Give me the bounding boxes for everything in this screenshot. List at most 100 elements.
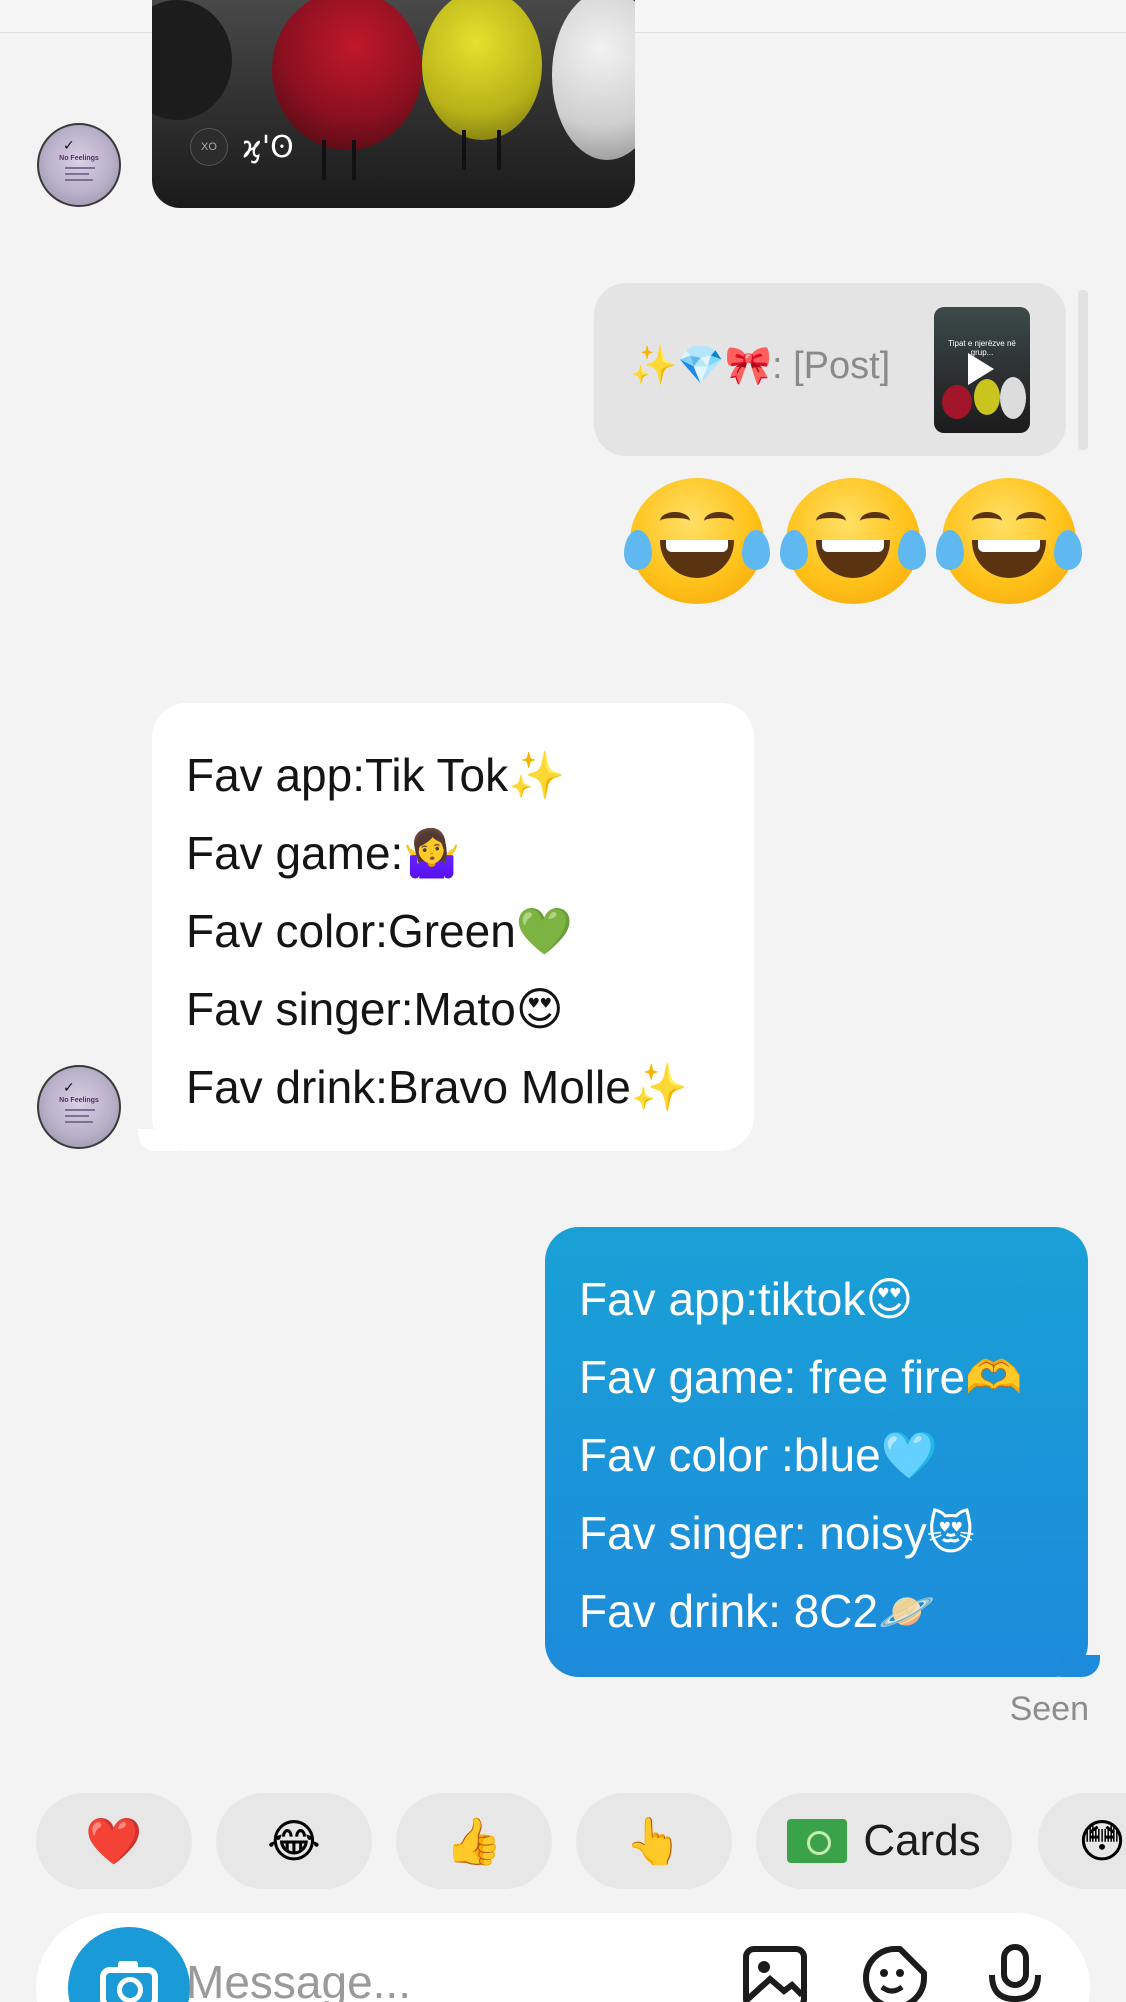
emoji-eye (972, 512, 1002, 530)
shared-post-text: : [Post] (771, 345, 891, 387)
emoji-eye (816, 512, 846, 530)
emoji-tear (624, 530, 652, 570)
video-bird-red (272, 0, 422, 150)
message-input[interactable] (184, 1931, 568, 2002)
quick-reaction-thumbs-up[interactable]: 👍 (396, 1793, 552, 1889)
emoji-tear (936, 530, 964, 570)
laughing-emoji (780, 478, 926, 604)
message-line-text: Fav game: (186, 827, 404, 879)
message-line-text: Fav singer:Mato (186, 983, 516, 1035)
message-line: Fav drink: 8C2🪐 (579, 1581, 935, 1641)
video-author[interactable]: XO ϗ'ʘ (190, 128, 294, 166)
emoji-eye (860, 512, 890, 530)
message-line: Fav game: free fire🫶 (579, 1347, 1022, 1407)
quick-reaction-pointing[interactable]: 👆 (576, 1793, 732, 1889)
emoji-teeth (666, 540, 728, 552)
camera-button[interactable] (68, 1927, 190, 2002)
message-line: Fav drink:Bravo Molle✨ (186, 1057, 688, 1117)
cards-label: Cards (863, 1816, 981, 1865)
message-line-text: Fav app:Tik Tok (186, 749, 509, 801)
message-line-text: Fav app:tiktok (579, 1273, 866, 1325)
message-line: Fav singer: noisy😻 (579, 1503, 975, 1563)
sender-avatar[interactable]: ✓ No Feelings (37, 123, 121, 207)
sticker-icon[interactable] (860, 1943, 930, 2002)
message-composer (36, 1913, 1090, 2002)
quick-reaction-more[interactable]: 😳 (1038, 1793, 1126, 1889)
bubble-tail (1060, 1655, 1100, 1677)
heart-eyes-cat-emoji: 😻 (926, 1506, 975, 1560)
video-bird-leg (462, 130, 466, 170)
check-icon: ✓ (63, 1079, 75, 1095)
emoji-mouth (660, 540, 734, 578)
thumb-bird-red (942, 385, 972, 419)
emoji-teeth (978, 540, 1040, 552)
thumbs-up-icon: 👍 (445, 1813, 503, 1868)
video-bird-yellow (422, 0, 542, 140)
emoji-tear (742, 530, 770, 570)
message-line: Fav app:tiktok😍 (579, 1269, 913, 1329)
message-scroll-indicator (1078, 290, 1088, 450)
planet-emoji: 🪐 (878, 1584, 936, 1638)
emoji-tear (898, 530, 926, 570)
bubble-tail (138, 1129, 178, 1151)
shared-post-message[interactable]: ✨💎🎀: [Post] Tipat e njerëzve në grup... (594, 283, 1066, 456)
heart-icon: ❤️ (85, 1813, 143, 1868)
message-line: Fav game:🤷‍♀️ (186, 823, 461, 883)
quick-reaction-laughing[interactable]: 😂 (216, 1793, 372, 1889)
emoji-eye (1016, 512, 1046, 530)
video-bird-leg (322, 140, 326, 180)
pointing-hand-icon: 👆 (625, 1813, 683, 1868)
message-line-text: Fav color:Green (186, 905, 516, 957)
laughing-emoji (624, 478, 770, 604)
message-line: Fav app:Tik Tok✨ (186, 745, 565, 805)
incoming-message-bubble[interactable]: Fav app:Tik Tok✨ Fav game:🤷‍♀️ Fav color… (138, 703, 754, 1151)
message-line-text: Fav drink:Bravo Molle (186, 1061, 631, 1113)
outgoing-message-bubble[interactable]: Fav app:tiktok😍 Fav game: free fire🫶 Fav… (545, 1227, 1100, 1677)
card-icon (787, 1819, 848, 1863)
video-author-handle: ϗ'ʘ (242, 129, 294, 165)
video-bird-white (552, 0, 635, 160)
green-heart-emoji: 💚 (515, 904, 574, 958)
laughing-icon: 😂 (267, 1814, 321, 1868)
avatar-caption: No Feelings (59, 155, 99, 162)
quick-reaction-heart[interactable]: ❤️ (36, 1793, 192, 1889)
message-line-text: Fav singer: noisy (579, 1507, 927, 1559)
camera-icon (100, 1961, 158, 2002)
video-bird-leg (497, 130, 501, 170)
shared-video-message[interactable]: XO ϗ'ʘ (152, 0, 635, 208)
avatar-caption-line (65, 1115, 89, 1117)
message-line-text: Fav game: free fire (579, 1351, 966, 1403)
message-line-text: Fav drink: 8C2 (579, 1585, 879, 1637)
emoji-tear (1054, 530, 1082, 570)
seen-status: Seen (1009, 1690, 1089, 1728)
shared-post-label: ✨💎🎀: [Post] (630, 343, 890, 388)
avatar-caption: No Feelings (59, 1097, 99, 1104)
shrug-emoji: 🤷‍♀️ (403, 826, 461, 880)
message-line: Fav color :blue🩵 (579, 1425, 938, 1485)
video-bird-black (152, 0, 232, 120)
cards-button[interactable]: Cards (756, 1793, 1012, 1889)
avatar-caption-line (65, 179, 93, 181)
message-line: Fav singer:Mato😍 (186, 979, 564, 1039)
shared-post-thumbnail[interactable]: Tipat e njerëzve në grup... (934, 307, 1030, 433)
image-icon[interactable] (740, 1943, 810, 2002)
light-blue-heart-emoji: 🩵 (880, 1428, 938, 1482)
microphone-icon[interactable] (980, 1943, 1050, 2002)
check-icon: ✓ (63, 137, 75, 153)
message-line-text: Fav color :blue (579, 1429, 881, 1481)
heart-eyes-emoji: 😍 (515, 982, 564, 1036)
flushed-face-icon: 😳 (1078, 1814, 1126, 1868)
avatar-caption-line (65, 167, 95, 169)
sender-avatar[interactable]: ✓ No Feelings (37, 1065, 121, 1149)
emoji-eye (704, 512, 734, 530)
sparkle-gem-bow-emoji: ✨💎🎀 (630, 343, 772, 387)
heart-hands-emoji: 🫶 (965, 1350, 1023, 1404)
sparkles-emoji: ✨ (630, 1060, 689, 1114)
chat-screen: XO ϗ'ʘ ✓ No Feelings ✨💎🎀: [Post] Tipat e… (0, 0, 1126, 2002)
avatar-caption-line (65, 1121, 93, 1123)
laughing-emoji (936, 478, 1082, 604)
avatar-caption-line (65, 1109, 95, 1111)
emoji-teeth (822, 540, 884, 552)
video-bird-leg (352, 140, 356, 180)
emoji-eye (660, 512, 690, 530)
